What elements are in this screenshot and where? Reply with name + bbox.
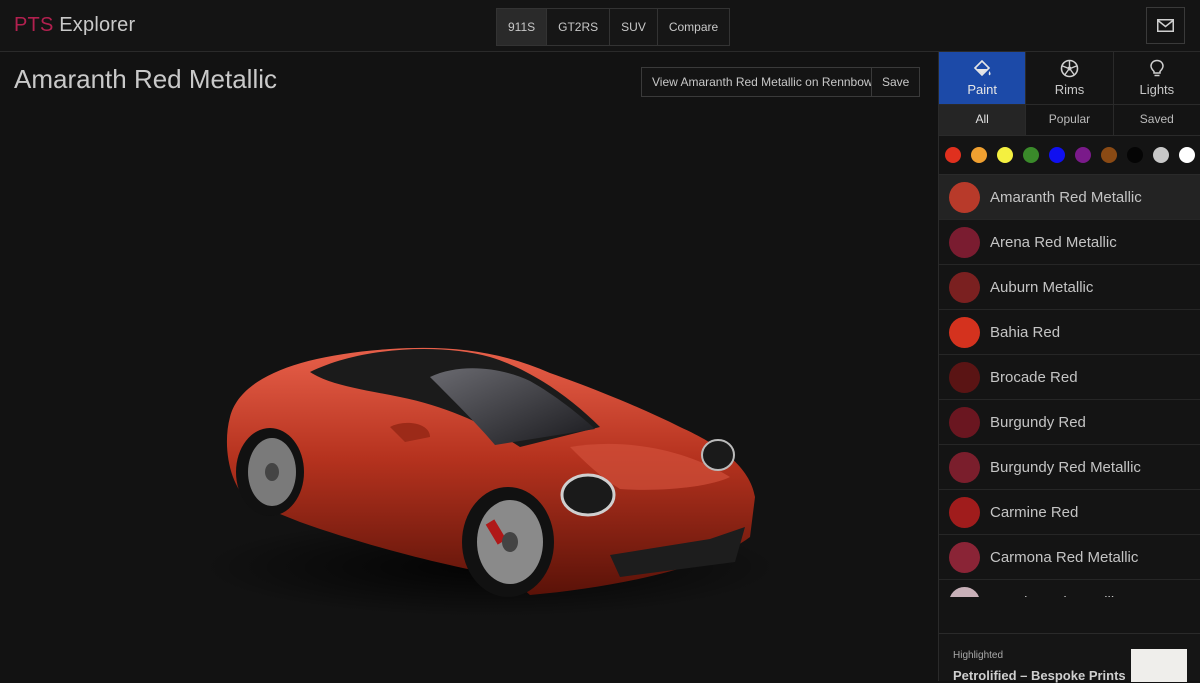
color-list-item[interactable]: Arena Red Metallic	[939, 220, 1200, 265]
category-tabs: Paint Rims Lights	[939, 52, 1200, 104]
color-swatch	[949, 181, 980, 213]
tab-paint-label: Paint	[967, 81, 997, 97]
color-list-item[interactable]: Carmona Red Metallic	[939, 535, 1200, 580]
color-swatch	[949, 451, 980, 483]
color-list-item[interactable]: Auburn Metallic	[939, 265, 1200, 310]
car-3d-preview[interactable]	[190, 277, 790, 622]
hue-filter-blue[interactable]	[1049, 147, 1065, 163]
color-list-item[interactable]: Carmine Red	[939, 490, 1200, 535]
color-name: Cassis Red Metallic	[990, 594, 1122, 598]
color-list-item[interactable]: Bahia Red	[939, 310, 1200, 355]
tab-compare[interactable]: Compare	[656, 9, 730, 45]
highlighted-banner[interactable]: Highlighted Petrolified – Bespoke Prints	[939, 633, 1200, 683]
color-swatch	[949, 541, 980, 573]
hue-filter-yellow[interactable]	[997, 147, 1013, 163]
contact-button[interactable]	[1146, 7, 1185, 44]
car-illustration	[200, 347, 780, 617]
highlighted-label: Highlighted	[953, 650, 1004, 661]
color-swatch	[949, 361, 980, 393]
car-viewer: Amaranth Red Metallic View Amaranth Red …	[0, 52, 938, 681]
color-list-item[interactable]: Cassis Red Metallic	[939, 580, 1200, 597]
color-swatch	[949, 271, 980, 303]
filter-all[interactable]: All	[939, 105, 1026, 135]
tab-paint[interactable]: Paint	[939, 52, 1026, 104]
color-list-item[interactable]: Burgundy Red	[939, 400, 1200, 445]
hue-filter-black[interactable]	[1127, 147, 1143, 163]
color-swatch	[949, 406, 980, 438]
tab-rims-label: Rims	[1054, 82, 1085, 97]
brand-prefix: PTS	[14, 14, 54, 36]
color-name: Carmine Red	[990, 503, 1079, 521]
filter-saved[interactable]: Saved	[1112, 105, 1200, 135]
color-name: Brocade Red	[990, 368, 1078, 386]
hue-filter-white[interactable]	[1179, 147, 1195, 163]
filter-tabs: All Popular Saved	[939, 104, 1200, 136]
color-name: Auburn Metallic	[990, 278, 1094, 296]
color-name: Burgundy Red	[990, 413, 1086, 431]
hue-filter-silver[interactable]	[1153, 147, 1169, 163]
tab-suv[interactable]: SUV	[609, 9, 657, 45]
color-list-item[interactable]: Brocade Red	[939, 355, 1200, 400]
color-swatch	[949, 586, 980, 597]
paint-color-list[interactable]: Amaranth Red Metallic Arena Red Metallic A…	[939, 174, 1200, 597]
tab-lights-label: Lights	[1139, 82, 1175, 97]
color-list-item[interactable]: Burgundy Red Metallic	[939, 445, 1200, 490]
hue-filter-row	[939, 136, 1200, 174]
tab-gt2rs[interactable]: GT2RS	[546, 9, 610, 45]
paint-bucket-icon	[974, 59, 991, 76]
color-name: Amaranth Red Metallic	[990, 188, 1142, 206]
color-swatch	[949, 226, 980, 258]
envelope-icon	[1157, 19, 1174, 32]
page-title: Amaranth Red Metallic	[14, 64, 277, 94]
tab-rims[interactable]: Rims	[1025, 52, 1112, 104]
hue-filter-brown[interactable]	[1101, 147, 1117, 163]
top-bar: PTS Explorer 911S GT2RS SUV Compare	[0, 0, 1200, 52]
app-logo[interactable]: PTS Explorer	[14, 14, 135, 37]
color-name: Arena Red Metallic	[990, 233, 1117, 251]
tab-911s[interactable]: 911S	[497, 9, 547, 45]
brand-suffix: Explorer	[53, 14, 136, 36]
rim-icon	[1060, 59, 1079, 78]
color-name: Bahia Red	[990, 323, 1061, 341]
hue-filter-green[interactable]	[1023, 147, 1039, 163]
color-name: Burgundy Red Metallic	[990, 458, 1141, 476]
color-name: Carmona Red Metallic	[990, 548, 1139, 566]
color-swatch	[949, 316, 980, 348]
customizer-panel: Paint Rims Lights All Popular Saved Amar…	[938, 52, 1200, 683]
filter-popular[interactable]: Popular	[1025, 105, 1112, 135]
save-button[interactable]: Save	[871, 67, 921, 97]
hue-filter-purple[interactable]	[1075, 147, 1091, 163]
color-swatch	[949, 496, 980, 528]
model-tabs: 911S GT2RS SUV Compare	[496, 8, 731, 46]
hue-filter-red[interactable]	[945, 147, 961, 163]
hue-filter-orange[interactable]	[971, 147, 987, 163]
highlighted-thumbnail	[1131, 649, 1187, 682]
tab-lights[interactable]: Lights	[1112, 52, 1200, 104]
color-list-item[interactable]: Amaranth Red Metallic	[939, 175, 1200, 220]
lightbulb-icon	[1150, 59, 1164, 77]
view-on-rennbow-button[interactable]: View Amaranth Red Metallic on Rennbow	[641, 67, 884, 97]
